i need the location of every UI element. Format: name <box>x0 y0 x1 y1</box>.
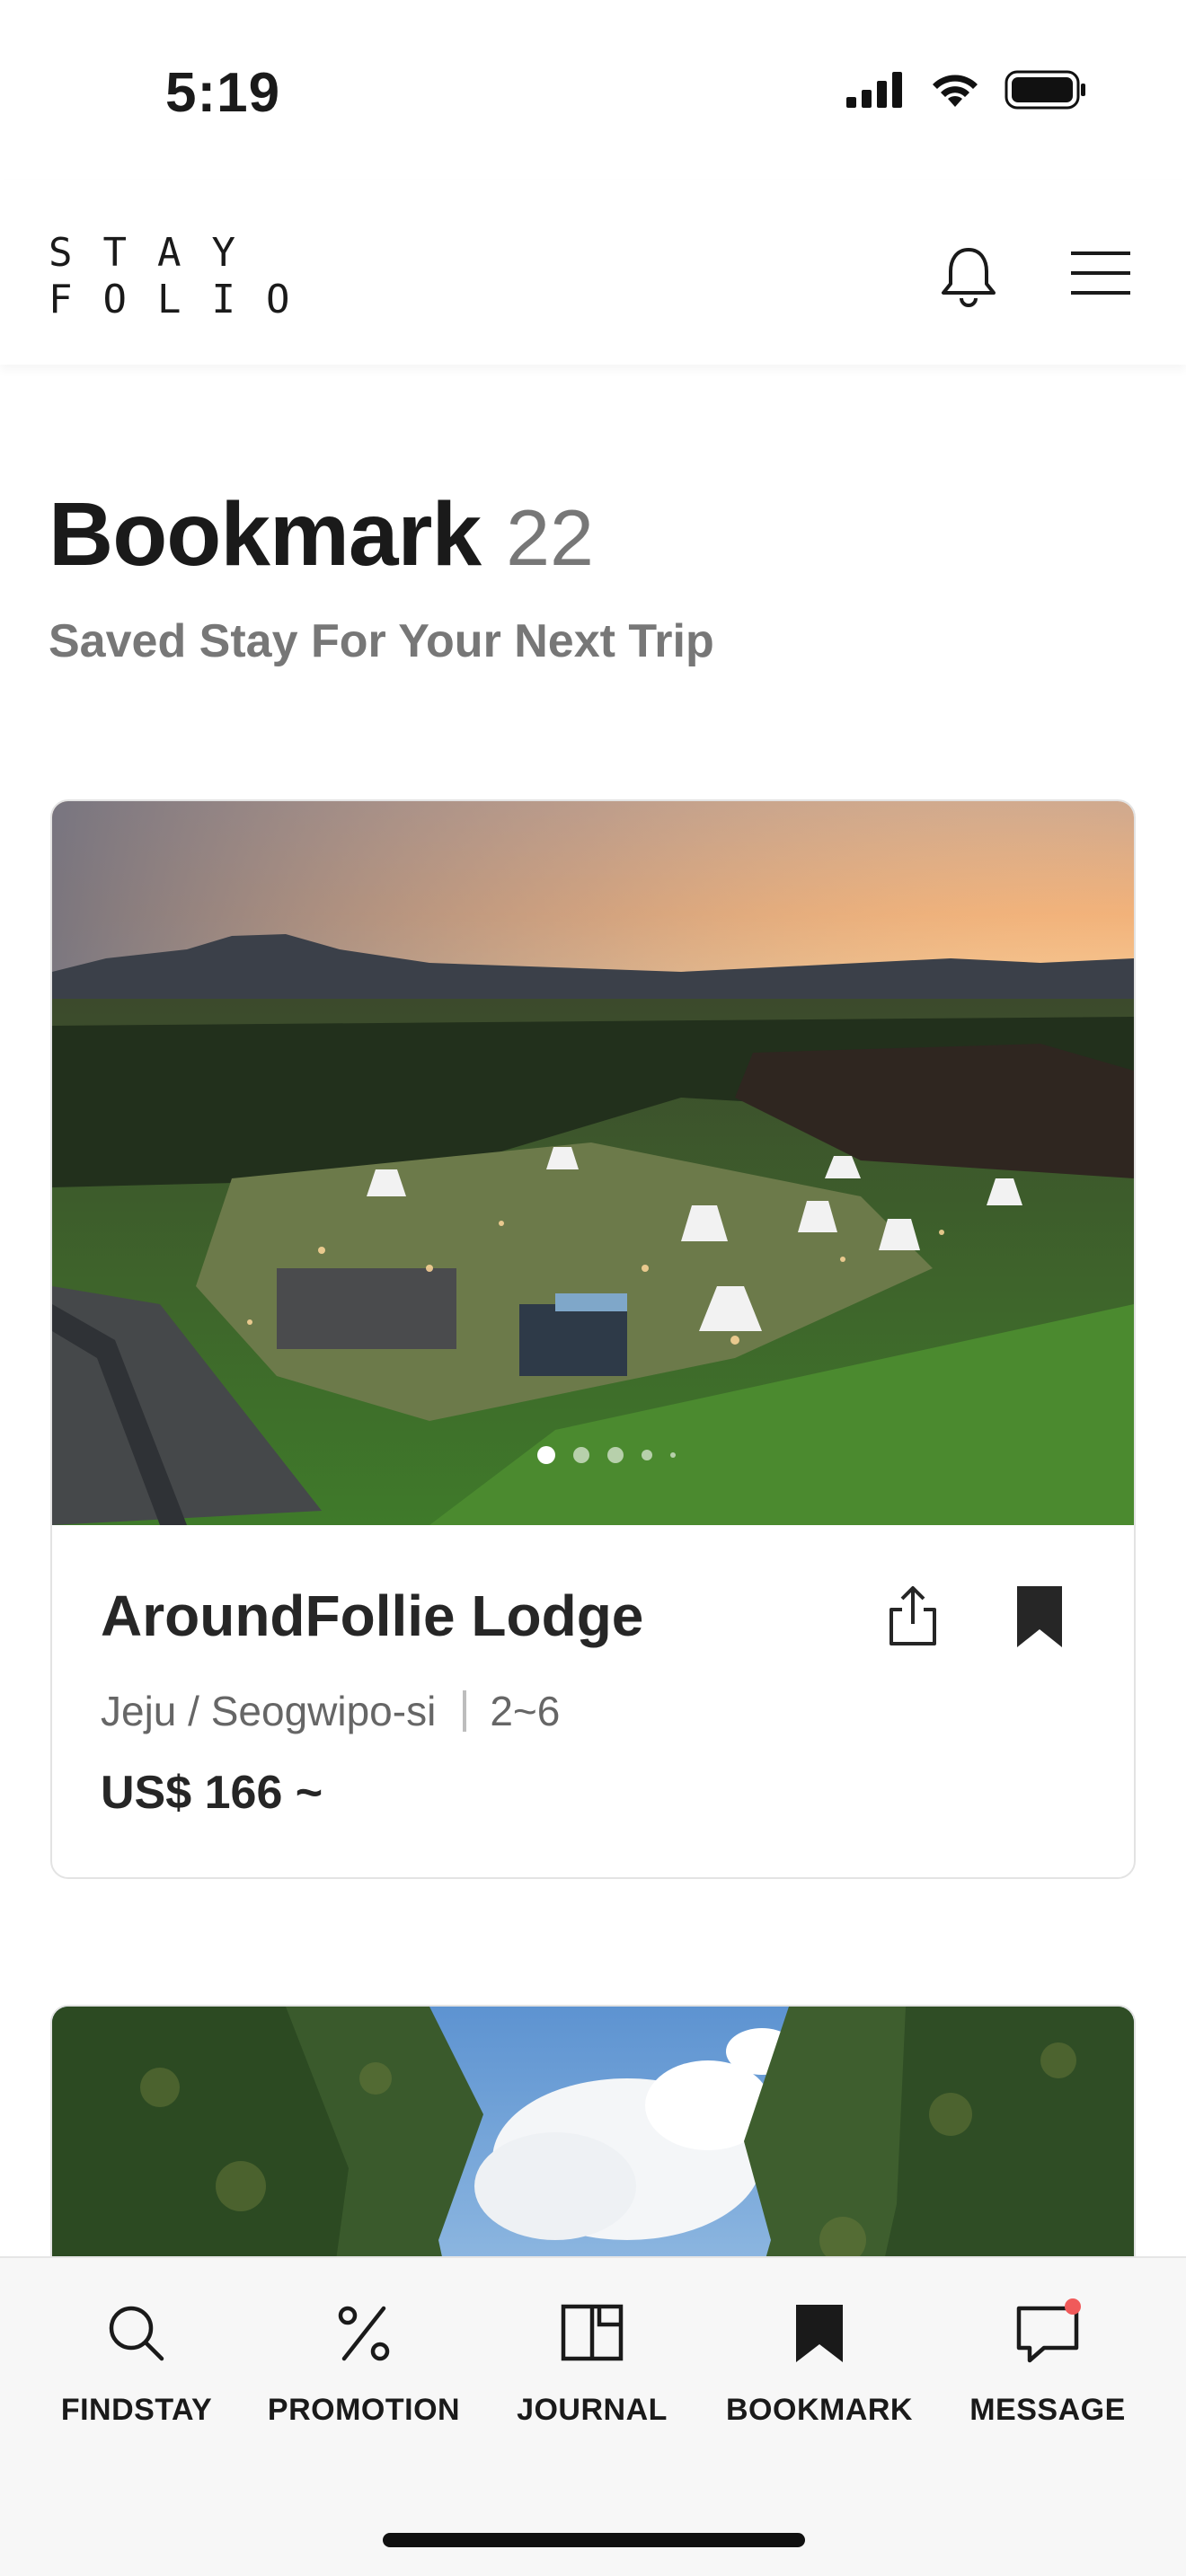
tab-findstay[interactable]: FINDSTAY <box>29 2298 244 2428</box>
share-icon[interactable] <box>877 1581 949 1653</box>
stay-location: Jeju / Seogwipo-si <box>101 1688 437 1734</box>
meta-divider <box>463 1690 467 1732</box>
book-icon <box>561 2304 624 2361</box>
search-icon <box>109 2306 164 2361</box>
stay-price: US$ 166 ~ <box>101 1767 323 1819</box>
carousel-dot[interactable] <box>573 1447 589 1463</box>
signal-icon <box>846 72 902 108</box>
message-icon <box>1016 2298 1081 2363</box>
bottom-tab-bar: FINDSTAY PROMOTION JOURNAL BOOKMARK MESS… <box>0 2256 1186 2576</box>
tab-journal[interactable]: JOURNAL <box>484 2298 700 2428</box>
stayfolio-logo[interactable]: STAY FOLIO <box>49 230 320 323</box>
stay-guests: 2~6 <box>490 1688 561 1734</box>
carousel-dot[interactable] <box>642 1450 652 1460</box>
stay-photo[interactable] <box>52 801 1134 1525</box>
bookmark-icon <box>796 2305 843 2362</box>
page-subtitle: Saved Stay For Your Next Trip <box>49 615 714 667</box>
home-indicator <box>383 2533 805 2547</box>
stay-card[interactable]: AroundFollie Lodge Jeju / Seogwipo-si 2~… <box>50 799 1136 1879</box>
stay-meta: Jeju / Seogwipo-si 2~6 <box>101 1687 560 1735</box>
tab-promotion[interactable]: PROMOTION <box>256 2298 472 2428</box>
notification-dot <box>1065 2298 1081 2315</box>
tab-message[interactable]: MESSAGE <box>940 2298 1155 2428</box>
bookmark-count: 22 <box>506 493 594 582</box>
carousel-dot[interactable] <box>607 1447 624 1463</box>
stay-name[interactable]: AroundFollie Lodge <box>101 1583 643 1649</box>
carousel-dot[interactable] <box>670 1452 676 1458</box>
status-time: 5:19 <box>165 62 281 124</box>
wifi-icon <box>933 75 978 107</box>
status-icons <box>846 70 1087 110</box>
stay-card-body: AroundFollie Lodge Jeju / Seogwipo-si 2~… <box>52 1525 1134 1877</box>
tab-bookmark[interactable]: BOOKMARK <box>712 2298 927 2428</box>
page-title-text: Bookmark <box>49 484 482 585</box>
hamburger-menu-icon[interactable] <box>1069 246 1132 300</box>
page-title: Bookmark 22 <box>49 483 594 587</box>
carousel-dot-active[interactable] <box>537 1446 555 1464</box>
app-header: STAY FOLIO <box>0 180 1186 365</box>
percent-icon <box>338 2306 390 2361</box>
bell-icon[interactable] <box>934 243 1003 311</box>
bookmark-filled-icon[interactable] <box>1008 1583 1071 1651</box>
battery-icon <box>1005 70 1085 110</box>
status-bar: 5:19 <box>0 0 1186 180</box>
image-carousel-dots[interactable] <box>52 1446 1134 1464</box>
